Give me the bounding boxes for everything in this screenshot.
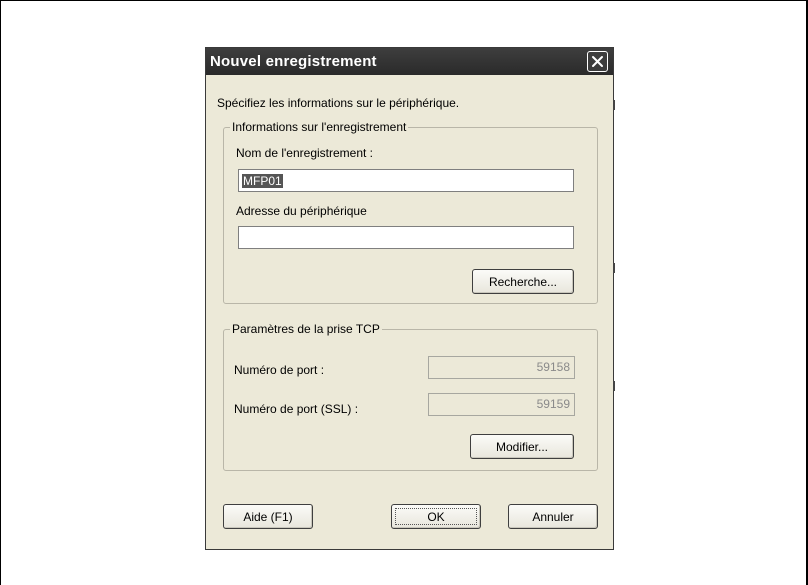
dialog-edge-mark — [613, 381, 615, 391]
help-button[interactable]: Aide (F1) — [223, 504, 313, 529]
dialog-titlebar[interactable]: Nouvel enregistrement — [206, 48, 613, 75]
registration-name-label: Nom de l'enregistrement : — [236, 146, 374, 160]
tcp-socket-legend: Paramètres de la prise TCP — [230, 322, 382, 336]
dialog-prompt: Spécifiez les informations sur le périph… — [217, 96, 460, 110]
tcp-socket-group: Paramètres de la prise TCP Numéro de por… — [223, 322, 598, 471]
new-registration-dialog: Nouvel enregistrement Spécifiez les info… — [205, 47, 614, 550]
registration-name-input[interactable]: MFP01 — [238, 169, 574, 192]
ssl-port-number-label: Numéro de port (SSL) : — [234, 402, 359, 416]
ok-button[interactable]: OK — [391, 504, 481, 529]
registration-info-group: Informations sur l'enregistrement Nom de… — [223, 120, 598, 304]
device-address-input[interactable] — [238, 226, 574, 249]
port-number-label: Numéro de port : — [234, 363, 325, 377]
modify-button[interactable]: Modifier... — [470, 434, 574, 459]
dialog-title: Nouvel enregistrement — [210, 53, 377, 70]
close-button[interactable] — [587, 51, 608, 72]
close-icon — [592, 56, 603, 67]
dialog-edge-mark — [613, 100, 615, 110]
dialog-edge-mark — [613, 263, 615, 273]
ssl-port-number-field: 59159 — [428, 393, 575, 416]
port-number-field: 59158 — [428, 356, 575, 379]
search-button[interactable]: Recherche... — [472, 269, 574, 294]
registration-info-legend: Informations sur l'enregistrement — [230, 120, 409, 134]
cancel-button[interactable]: Annuler — [508, 504, 598, 529]
device-address-label: Adresse du périphérique — [236, 204, 367, 218]
ok-focus-ring — [395, 508, 477, 525]
registration-name-value: MFP01 — [242, 173, 283, 188]
